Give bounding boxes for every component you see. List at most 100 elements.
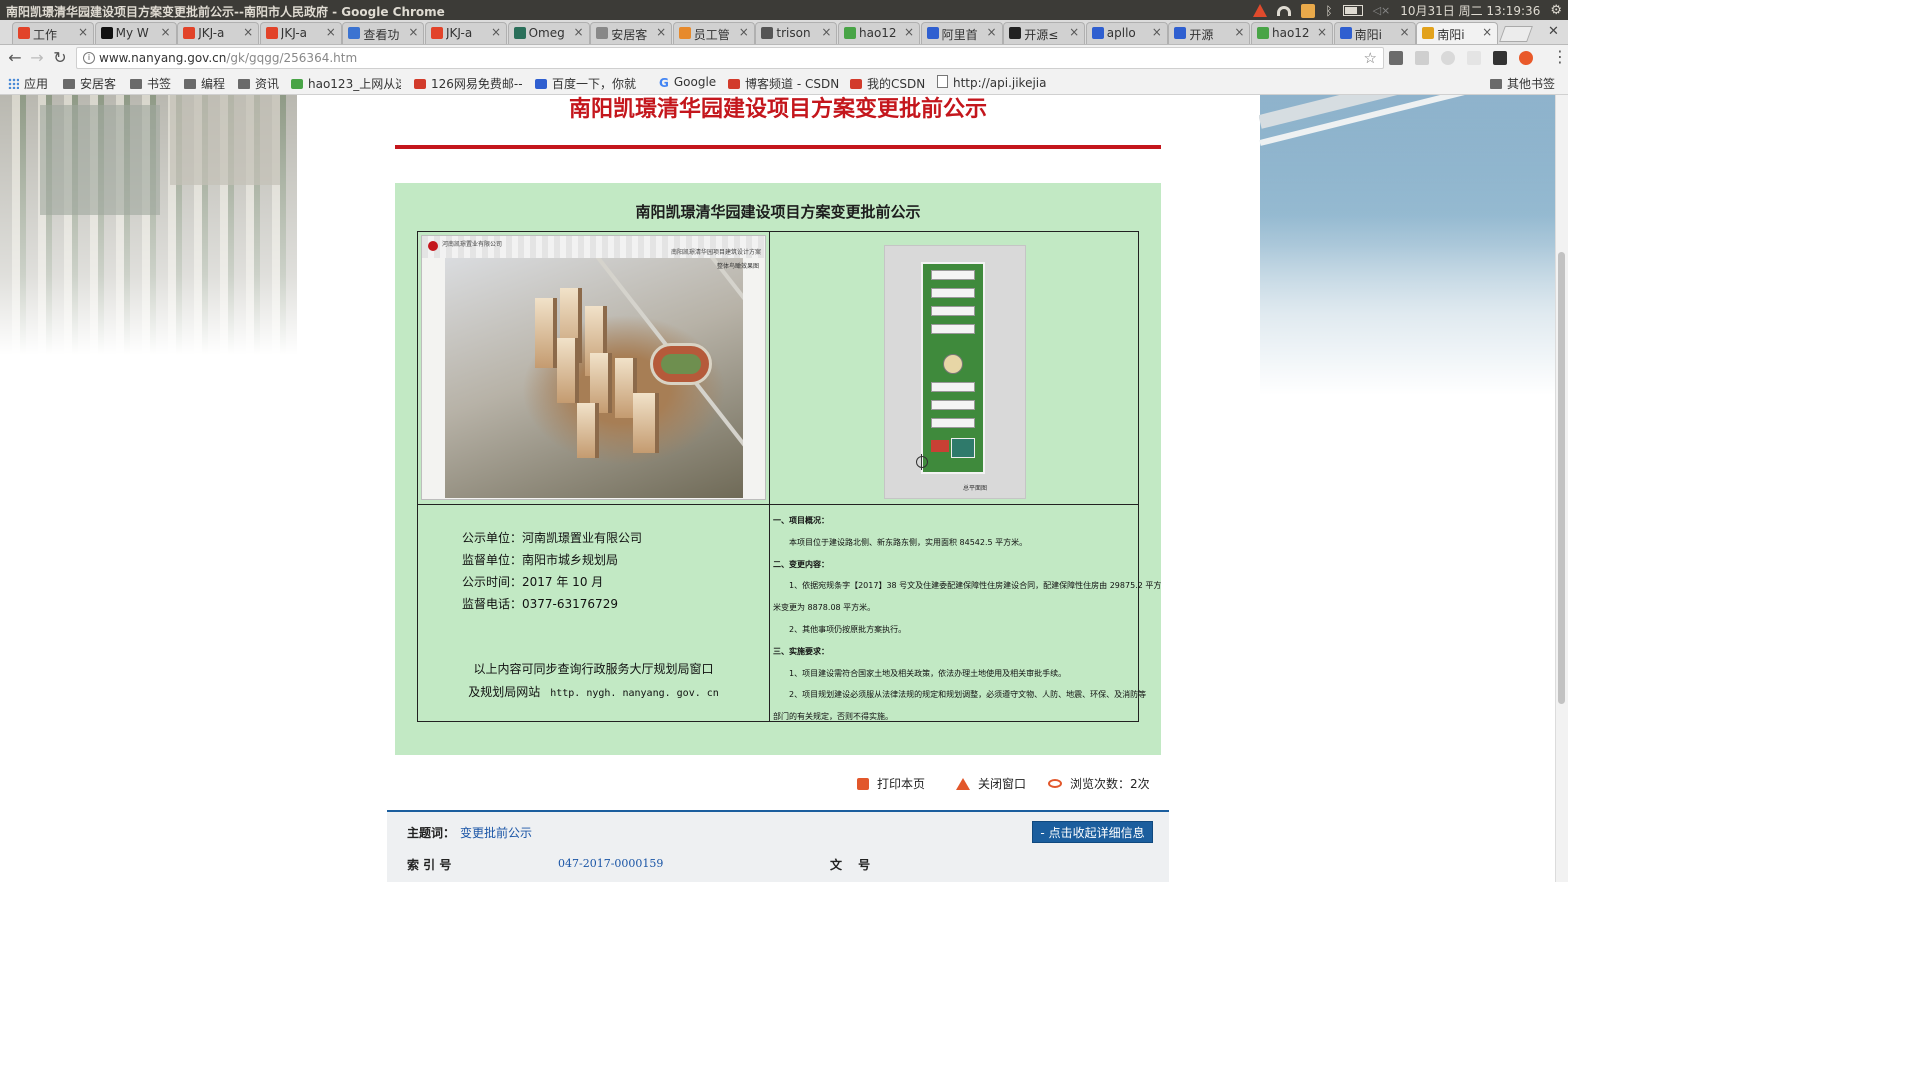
tab-close-icon[interactable]: ×	[161, 25, 171, 39]
index-number-value: 047-2017-0000159	[558, 857, 664, 870]
tab-close-icon[interactable]: ×	[1317, 25, 1327, 39]
bookmark-other[interactable]: 其他书签	[1490, 75, 1555, 92]
apps-icon	[8, 78, 19, 89]
title-divider	[395, 145, 1161, 149]
browser-tab[interactable]: trison ×	[755, 22, 838, 44]
bookmark-folder-anjuke[interactable]: 安居客	[63, 75, 116, 92]
alert-icon[interactable]	[1253, 4, 1268, 17]
extension-pocket-icon[interactable]	[1493, 51, 1507, 65]
browser-tab[interactable]: JKJ-a ×	[425, 22, 507, 44]
section-heading: 一、项目概况：	[773, 516, 829, 525]
address-bar[interactable]: i www.nanyang.gov.cn/gk/gqgg/256364.htm …	[76, 47, 1384, 69]
mail-icon[interactable]	[1301, 3, 1316, 18]
browser-tab[interactable]: 南阳i ×	[1416, 22, 1499, 44]
tab-close-icon[interactable]: ×	[821, 25, 831, 39]
tab-favicon-icon	[1091, 27, 1104, 39]
browser-tab[interactable]: 阿里首 ×	[920, 22, 1003, 44]
info-icon[interactable]: i	[83, 52, 95, 64]
extension-sync-icon[interactable]	[1389, 51, 1403, 65]
system-tray: ᛒ ◁× 10月31日 周二 13:19:36 ⚙	[1253, 2, 1562, 19]
rendering-company-label: 河南凯璟置业有限公司	[442, 241, 503, 248]
close-window-link[interactable]: 关闭窗口	[956, 775, 1026, 792]
browser-tab[interactable]: 员工管 ×	[672, 22, 755, 44]
reload-button[interactable]: ↻	[51, 49, 69, 67]
browser-tab[interactable]: JKJ-a ×	[259, 22, 342, 44]
topic-link[interactable]: 变更批前公示	[460, 824, 532, 841]
bookmark-my-csdn[interactable]: 我的CSDN	[850, 75, 925, 92]
browser-tab[interactable]: hao12 ×	[1251, 22, 1333, 44]
browser-tab[interactable]: Omeg ×	[507, 22, 590, 44]
bookmark-baidu[interactable]: 百度一下，你就	[535, 75, 645, 92]
bookmark-126mail[interactable]: 126网易免费邮--	[414, 75, 522, 92]
browser-tab[interactable]: My W ×	[94, 22, 177, 44]
bookmark-apps[interactable]: 应用	[8, 75, 48, 92]
browser-tab[interactable]: 工作 ×	[12, 22, 94, 44]
tab-close-icon[interactable]: ×	[1069, 25, 1079, 39]
bookmark-api-jikejia[interactable]: http://api.jikejia	[937, 75, 1047, 90]
extension-chrome-icon[interactable]	[1441, 51, 1455, 65]
gear-icon[interactable]: ⚙	[1550, 3, 1562, 18]
tab-close-icon[interactable]: ×	[1482, 25, 1492, 39]
tab-label: hao12	[1272, 26, 1310, 40]
browser-tab[interactable]: 查看功 ×	[342, 22, 425, 44]
bookmark-folder-news[interactable]: 资讯	[238, 75, 279, 92]
tab-close-icon[interactable]: ×	[987, 25, 997, 39]
tab-close-icon[interactable]: ×	[243, 25, 253, 39]
forward-button[interactable]: →	[28, 49, 46, 67]
tab-close-icon[interactable]: ×	[739, 25, 749, 39]
bluetooth-icon[interactable]: ᛒ	[1325, 4, 1332, 18]
clock[interactable]: 10月31日 周二 13:19:36	[1400, 2, 1540, 19]
tab-strip: ✕ 工作 × My W × JKJ-a × JKJ-a × 查看功 × JKJ-a × Omeg × 安居客…	[0, 20, 1568, 45]
bookmark-folder-bookmarks[interactable]: 书签	[130, 75, 171, 92]
tab-close-icon[interactable]: ×	[1400, 25, 1410, 39]
tab-close-icon[interactable]: ×	[904, 25, 914, 39]
print-page-link[interactable]: 打印本页	[857, 775, 925, 792]
wifi-icon[interactable]	[1277, 5, 1292, 16]
page-icon	[937, 75, 948, 88]
tab-close-icon[interactable]: ×	[408, 25, 418, 39]
csdn-icon	[728, 79, 740, 89]
new-tab-button[interactable]	[1499, 26, 1533, 42]
browser-tab[interactable]: 开源≤ ×	[1003, 22, 1086, 44]
browser-tab[interactable]: JKJ-a ×	[177, 22, 260, 44]
page-viewport: 南阳凯璟清华园建设项目方案变更批前公示 南阳凯璟清华园建设项目方案变更批前公示 …	[0, 95, 1568, 882]
tab-close-icon[interactable]: ×	[574, 25, 584, 39]
tab-label: Omeg	[528, 26, 565, 40]
battery-icon[interactable]	[1342, 5, 1363, 16]
tab-close-icon[interactable]: ×	[326, 25, 336, 39]
section-text: 本项目位于建设路北侧、新东路东侧，实用面积 84542.5 平方米。	[789, 537, 1028, 547]
bookmark-hao123[interactable]: hao123_上网从这	[291, 75, 401, 92]
close-window-icon[interactable]: ✕	[1548, 24, 1559, 39]
browser-menu-icon[interactable]: ⋮	[1552, 48, 1568, 66]
bookmark-google[interactable]: G Google	[659, 75, 716, 90]
tab-close-icon[interactable]: ×	[1234, 25, 1244, 39]
speaker-muted-icon[interactable]: ◁×	[1373, 4, 1391, 17]
extension-download-icon[interactable]	[1467, 51, 1481, 65]
article-content: 南阳凯璟清华园建设项目方案变更批前公示 南阳凯璟清华园建设项目方案变更批前公示 …	[297, 95, 1259, 882]
tab-close-icon[interactable]: ×	[1152, 25, 1162, 39]
supervision-phone-line: 监督电话：0377-63176729	[462, 597, 618, 611]
toggle-details-button[interactable]: - 点击收起详细信息	[1032, 821, 1153, 843]
page-scrollbar[interactable]	[1555, 95, 1568, 882]
netease-icon	[414, 79, 426, 89]
browser-tab[interactable]: 南阳i ×	[1333, 22, 1416, 44]
browser-tab[interactable]: apllo ×	[1085, 22, 1168, 44]
url-text[interactable]: www.nanyang.gov.cn/gk/gqgg/256364.htm	[99, 51, 357, 65]
bookmark-star-icon[interactable]: ☆	[1364, 49, 1377, 67]
browser-tab[interactable]: 安居客 ×	[590, 22, 673, 44]
back-button[interactable]: ←	[6, 49, 24, 67]
scroll-thumb[interactable]	[1558, 252, 1565, 704]
tab-favicon-icon	[678, 27, 691, 39]
bookmark-folder-programming[interactable]: 编程	[184, 75, 225, 92]
tab-label: 南阳i	[1354, 28, 1382, 42]
browser-tab[interactable]: 开源 ×	[1168, 22, 1251, 44]
extension-block-icon[interactable]	[1519, 51, 1533, 65]
section-text: 部门的有关规定，否则不得实施。	[773, 712, 893, 722]
tab-close-icon[interactable]: ×	[656, 25, 666, 39]
tab-close-icon[interactable]: ×	[78, 25, 88, 39]
tab-close-icon[interactable]: ×	[491, 25, 501, 39]
warning-close-icon	[956, 778, 970, 790]
extension-reader-icon[interactable]	[1415, 51, 1429, 65]
browser-tab[interactable]: hao12 ×	[838, 22, 920, 44]
bookmark-csdn-blog[interactable]: 博客频道 - CSDN	[728, 75, 839, 92]
